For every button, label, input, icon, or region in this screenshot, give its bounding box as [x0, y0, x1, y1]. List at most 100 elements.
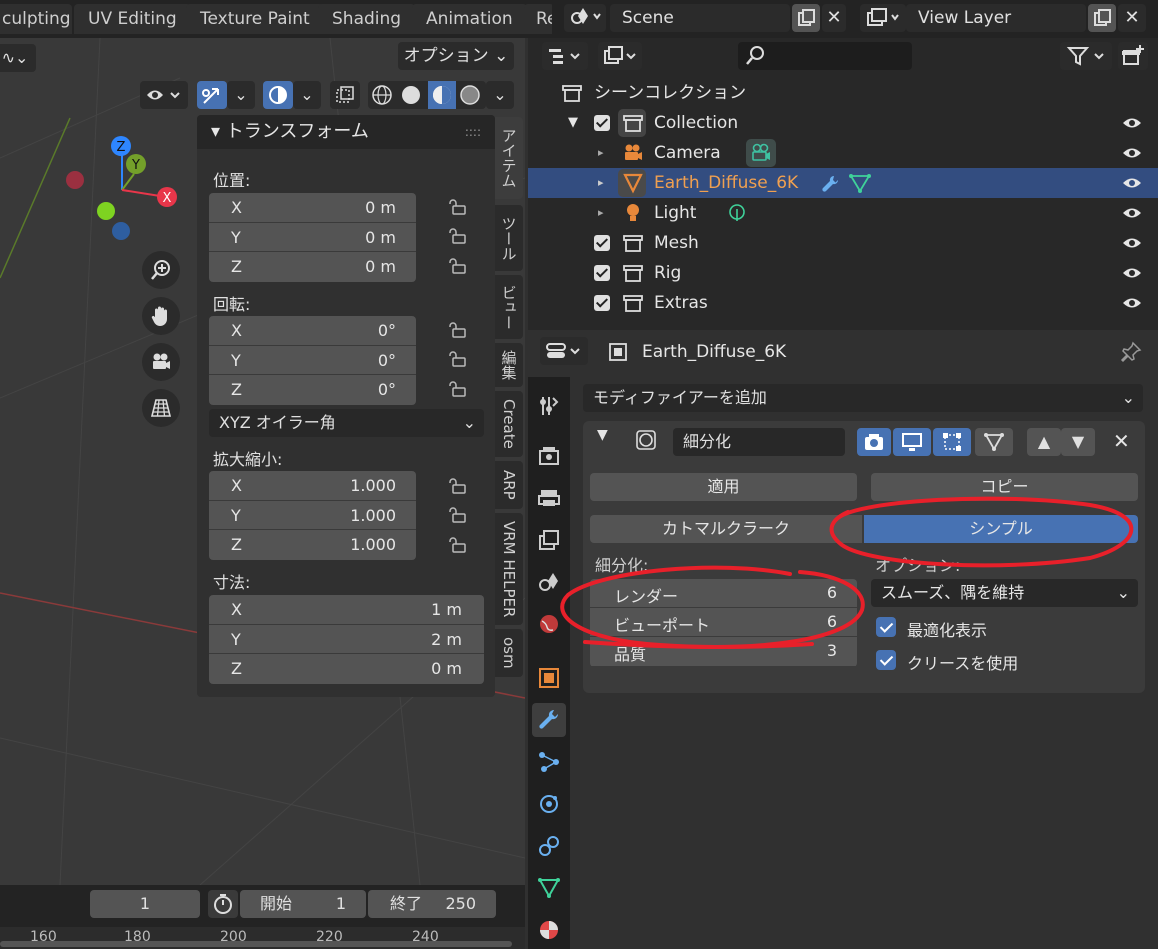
outliner-row-camera[interactable]: ▸ Camera [528, 138, 1158, 168]
scale-y-field[interactable]: Y 1.000 [209, 500, 416, 530]
optimal-display-checkbox[interactable] [876, 617, 896, 637]
lock-icon[interactable] [447, 198, 467, 216]
outliner-row-extras[interactable]: Extras [528, 288, 1158, 318]
new-collection-icon[interactable] [1118, 42, 1148, 70]
scale-x-field[interactable]: X 1.000 [209, 471, 416, 501]
pan-hand-icon[interactable] [142, 297, 180, 335]
options-dropdown[interactable]: オプション ⌄ [398, 42, 514, 70]
modifier-name-field[interactable]: 細分化 [673, 428, 845, 456]
new-view-layer-icon[interactable] [1088, 4, 1116, 32]
pin-icon[interactable] [1120, 341, 1142, 363]
lock-icon[interactable] [447, 321, 467, 339]
tab-create[interactable]: Create [495, 391, 523, 457]
material-tab-icon[interactable] [532, 913, 566, 947]
exclude-checkbox[interactable] [594, 295, 610, 311]
close-scene-icon[interactable]: ✕ [822, 4, 846, 32]
tab-tool[interactable]: ツール [495, 205, 523, 271]
tab-animation[interactable]: Animation [412, 4, 527, 34]
eye-icon[interactable] [1122, 176, 1142, 190]
end-frame-field[interactable]: 終了 250 [368, 890, 496, 918]
tab-uv-editing[interactable]: UV Editing [74, 4, 191, 34]
tab-arp[interactable]: ARP [495, 461, 523, 509]
eye-icon[interactable] [1122, 146, 1142, 160]
location-x-field[interactable]: X0 m [209, 193, 416, 223]
simple-button[interactable]: シンプル [864, 515, 1138, 543]
lock-icon[interactable] [447, 477, 467, 495]
view-layer-icon[interactable] [860, 4, 906, 32]
navigation-gizmo[interactable]: Z Y X [60, 130, 190, 250]
use-crease-checkbox[interactable] [876, 650, 896, 670]
gizmo-dropdown[interactable]: ⌄ [227, 81, 255, 109]
data-tab-icon[interactable] [532, 871, 566, 905]
move-up-icon[interactable]: ▲ [1027, 428, 1061, 456]
catmull-clark-button[interactable]: カトマルクラーク [590, 515, 862, 543]
rotation-z-field[interactable]: Z 0° [209, 375, 416, 405]
object-tab-icon[interactable] [532, 661, 566, 695]
scene-tab-icon[interactable] [532, 565, 566, 599]
show-render-icon[interactable] [857, 428, 891, 456]
zoom-icon[interactable] [142, 251, 180, 289]
eye-icon[interactable] [1122, 296, 1142, 310]
camera-data-icon[interactable] [750, 142, 772, 164]
output-tab-icon[interactable] [532, 481, 566, 515]
tab-texture-paint[interactable]: Texture Paint [186, 4, 324, 34]
add-modifier-dropdown[interactable]: モディファイアーを追加 ⌄ [583, 384, 1143, 412]
location-z-field[interactable]: Z0 m [209, 252, 416, 282]
eye-icon[interactable] [1122, 206, 1142, 220]
start-frame-field[interactable]: 開始 1 [240, 890, 366, 918]
lock-icon[interactable] [447, 536, 467, 554]
exclude-checkbox[interactable] [594, 115, 610, 131]
view-layer-tab-icon[interactable] [532, 523, 566, 557]
transform-panel-header[interactable]: ▾ トランスフォーム:::: [197, 115, 495, 149]
current-frame-field[interactable]: 1 [90, 890, 200, 918]
tab-view[interactable]: ビュー [495, 275, 523, 339]
scene-type-icon[interactable] [564, 4, 606, 32]
rotation-x-field[interactable]: X 0° [209, 316, 416, 346]
scene-collection-row[interactable]: シーンコレクション [528, 78, 1158, 108]
tool-tab-icon[interactable] [532, 389, 566, 423]
eye-icon[interactable] [1122, 116, 1142, 130]
mesh-data-icon[interactable] [848, 172, 872, 194]
copy-button[interactable]: コピー [871, 473, 1138, 501]
gizmo-toggle-icon[interactable] [197, 81, 227, 109]
scene-name-field[interactable]: Scene [610, 4, 790, 32]
render-tab-icon[interactable] [532, 439, 566, 473]
editor-type-icon[interactable]: ∿⌄ [0, 44, 36, 72]
rotation-y-field[interactable]: Y 0° [209, 345, 416, 375]
overlay-toggle-icon[interactable] [263, 81, 293, 109]
remove-modifier-icon[interactable]: ✕ [1113, 429, 1130, 453]
outliner-row-light[interactable]: ▸ Light [528, 198, 1158, 228]
location-y-field[interactable]: Y0 m [209, 222, 416, 252]
scale-z-field[interactable]: Z 1.000 [209, 530, 416, 560]
render-levels-field[interactable]: レンダー 6 [590, 579, 857, 608]
tab-shading[interactable]: Shading [318, 4, 416, 34]
visibility-dropdown[interactable] [140, 81, 188, 109]
outliner-row-collection[interactable]: ▼ Collection [528, 108, 1158, 138]
lock-icon[interactable] [447, 257, 467, 275]
move-down-icon[interactable]: ▼ [1061, 428, 1095, 456]
camera-view-icon[interactable] [142, 343, 180, 381]
xray-toggle-icon[interactable] [330, 81, 360, 109]
tab-osm[interactable]: osm [495, 629, 523, 677]
outliner-row-mesh[interactable]: Mesh [528, 228, 1158, 258]
light-data-icon[interactable] [726, 202, 748, 224]
constraints-tab-icon[interactable] [532, 829, 566, 863]
timeline-ruler[interactable]: 160 180 200 220 240 [0, 927, 525, 949]
exclude-checkbox[interactable] [594, 235, 610, 251]
eye-icon[interactable] [1122, 266, 1142, 280]
lock-icon[interactable] [447, 380, 467, 398]
show-editmode-icon[interactable] [933, 428, 971, 456]
outliner-row-rig[interactable]: Rig [528, 258, 1158, 288]
modifier-tab-icon[interactable] [532, 703, 566, 737]
dimensions-z-field[interactable]: Z0 m [209, 654, 484, 684]
view-layer-field[interactable]: View Layer [906, 4, 1086, 32]
lock-icon[interactable] [447, 227, 467, 245]
show-viewport-icon[interactable] [893, 428, 931, 456]
tab-vrm-helper[interactable]: VRM HELPER [495, 513, 523, 625]
lock-icon[interactable] [447, 350, 467, 368]
rotation-mode-dropdown[interactable]: XYZ オイラー角 ⌄ [209, 409, 484, 437]
physics-tab-icon[interactable] [532, 787, 566, 821]
editor-type-dropdown[interactable] [540, 337, 588, 365]
exclude-checkbox[interactable] [594, 265, 610, 281]
viewport-levels-field[interactable]: ビューポート 6 [590, 608, 857, 637]
